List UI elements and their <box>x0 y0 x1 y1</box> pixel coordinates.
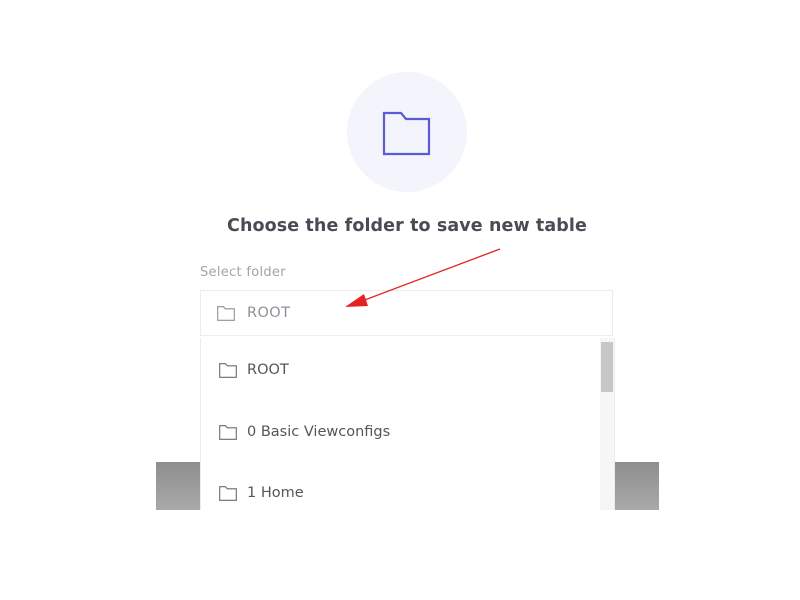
folder-icon <box>219 362 237 378</box>
selected-folder-value: ROOT <box>247 305 291 321</box>
dialog-title: Choose the folder to save new table <box>227 216 587 236</box>
option-label: 0 Basic Viewconfigs <box>247 424 391 440</box>
folder-icon <box>217 305 235 321</box>
scrollbar-thumb[interactable] <box>601 342 613 392</box>
background-panel-left <box>156 462 201 510</box>
folder-dropdown-list[interactable]: ROOT 0 Basic Viewconfigs 1 Home <box>200 338 615 510</box>
dropdown-scrollbar[interactable] <box>600 338 614 510</box>
dropdown-option-home[interactable]: 1 Home <box>219 483 304 503</box>
dropdown-option-basic-viewconfigs[interactable]: 0 Basic Viewconfigs <box>219 422 390 442</box>
option-label: ROOT <box>247 362 289 378</box>
folder-icon <box>219 485 237 501</box>
folder-icon <box>219 424 237 440</box>
select-folder-label: Select folder <box>200 265 286 280</box>
option-label: 1 Home <box>247 485 304 501</box>
dropdown-option-root[interactable]: ROOT <box>219 360 289 380</box>
folder-select[interactable]: ROOT <box>200 290 613 336</box>
background-panel-right <box>614 462 659 510</box>
folder-icon <box>382 111 431 156</box>
folder-illustration <box>347 72 467 192</box>
